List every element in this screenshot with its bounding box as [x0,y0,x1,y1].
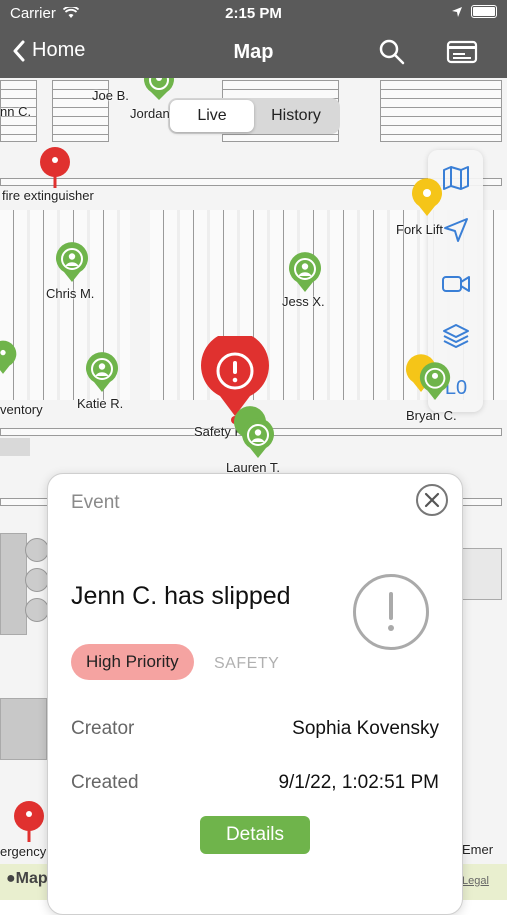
chris-label: Chris M. [46,286,95,301]
jordan-label: Jordan [130,106,170,121]
creator-label: Creator [71,718,135,739]
location-arrow-icon [452,6,462,17]
bin [25,538,49,562]
joe-label: Joe B. [92,88,129,103]
forklift-pin[interactable] [410,178,444,218]
created-value: 9/1/22, 1:02:51 PM [278,772,439,793]
battery-icon [471,5,497,18]
camera-button[interactable] [440,268,472,300]
person-pin-katie[interactable] [84,352,120,394]
forklift-label: Fork Lift [396,222,443,237]
shelf-block [380,80,502,142]
wall [0,438,30,456]
alert-icon [353,574,429,650]
live-history-toggle: Live History [168,98,340,134]
legal-link[interactable]: Legal [462,875,489,887]
emergency-right-label: Emer [462,842,494,857]
bin [25,598,49,622]
status-bar: Carrier 2:15 PM [0,0,507,28]
nav-bar: Home Map [0,28,507,78]
search-icon[interactable] [378,38,406,66]
emergency-left-label: ergency [0,844,47,859]
locate-button[interactable] [440,214,472,246]
clock: 2:15 PM [225,5,282,22]
map-icon [443,166,469,190]
created-label: Created [71,772,139,793]
card-list-icon[interactable] [446,39,478,65]
close-icon [424,492,440,508]
jess-label: Jess X. [282,294,325,309]
building-block [462,548,502,600]
person-pin-inventory[interactable] [0,340,18,376]
close-button[interactable] [416,484,448,516]
bin [25,568,49,592]
fire-extinguisher-pin[interactable] [38,146,72,190]
person-pin-lauren[interactable] [240,418,276,460]
jenn-label: nn C. [0,104,32,119]
layers-button[interactable] [440,320,472,352]
event-card: Event Jenn C. has slipped High Priority … [47,473,463,915]
person-pin-jess[interactable] [287,252,323,294]
video-camera-icon [442,276,470,292]
apple-logo-icon: ● [6,870,16,887]
bryan-label: Bryan C. [406,408,457,423]
map-view-button[interactable] [440,162,472,194]
person-pin-chris[interactable] [54,242,90,284]
page-title: Map [233,41,274,63]
status-right [451,5,497,18]
person-pin-jordan[interactable] [142,78,176,102]
category-label: SAFETY [214,655,280,672]
person-pin-bryan[interactable] [418,362,452,402]
fire-extinguisher-label: fire extinguisher [2,188,94,203]
navigation-arrow-icon [444,218,468,242]
tab-live[interactable]: Live [170,100,254,132]
event-section-label: Event [71,492,120,513]
tab-history[interactable]: History [254,100,338,132]
building-block [0,533,27,635]
event-title: Jenn C. has slipped [71,582,291,610]
priority-badge: High Priority [71,644,194,680]
emergency-pin[interactable] [12,800,46,844]
creator-value: Sophia Kovensky [292,718,439,739]
inventory-label: ventory [0,402,43,417]
details-button[interactable]: Details [200,816,310,854]
katie-label: Katie R. [77,396,124,411]
layers-icon [443,324,469,348]
building-block [0,698,47,760]
